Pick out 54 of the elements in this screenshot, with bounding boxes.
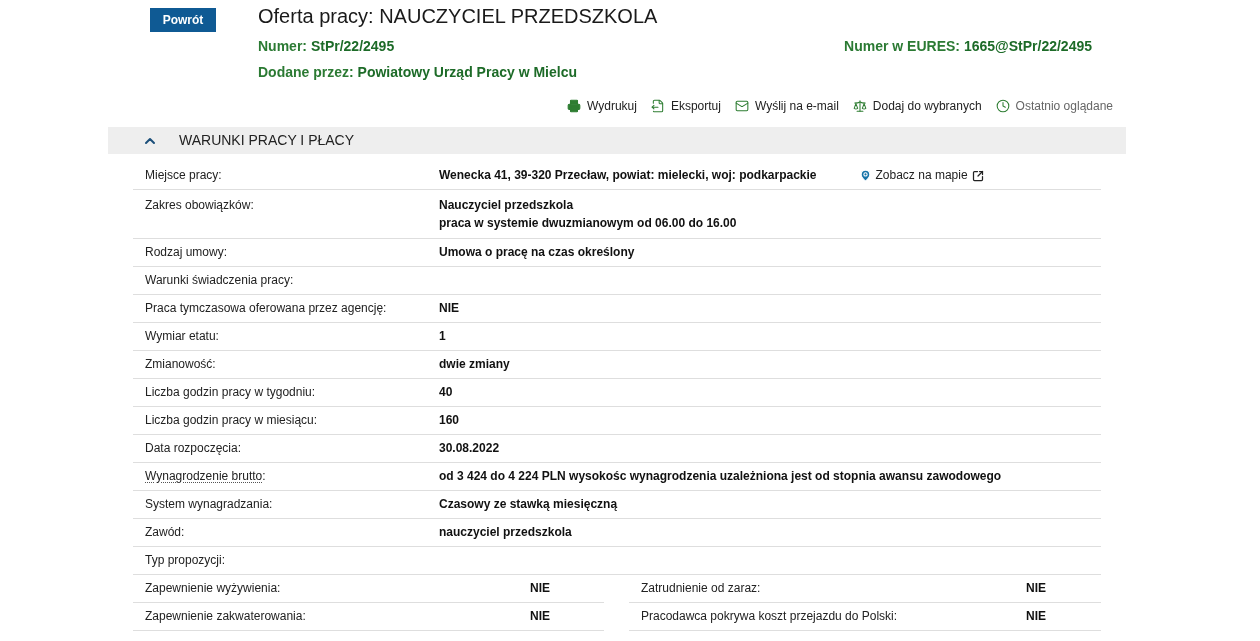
field-value: 1 — [439, 328, 446, 345]
document-arrow-icon — [650, 99, 665, 113]
field-label: Rodzaj umowy: — [145, 245, 228, 259]
add-to-favorites-link[interactable]: Dodaj do wybranych — [852, 97, 982, 115]
field-label: Pracodawca pokrywa koszt przejazdu do Polski: — [640, 608, 898, 625]
field-value: od 3 424 do 4 224 PLN wysokośc wynagrodzenia uzależniona jest od stopnia awansu zawodowego — [439, 468, 1002, 485]
field-label: Zapewnienie zakwaterowania: — [144, 608, 306, 625]
field-label: Zawód: — [145, 525, 185, 539]
added-by-text: Dodane przez: Powiatowy Urząd Pracy w Mielcu — [258, 64, 577, 80]
field-value: NIE — [530, 580, 550, 597]
field-label: Wynagrodzenie brutto: — [145, 469, 266, 483]
field-label: Zakres obowiązków: — [145, 198, 254, 212]
field-label: Warunki świadczenia pracy: — [145, 273, 294, 287]
offer-number: Numer: StPr/22/2495 — [258, 37, 395, 56]
export-link[interactable]: Eksportuj — [650, 97, 721, 115]
field-value: Umowa o pracę na czas określony — [439, 244, 635, 261]
field-label: Liczba godzin pracy w tygodniu: — [145, 385, 316, 399]
field-label: Praca tymczasowa oferowana przez agencję: — [145, 301, 387, 315]
printer-icon — [567, 99, 581, 113]
field-value: NIE — [439, 300, 459, 317]
recently-viewed-link[interactable]: Ostatnio oglądane — [995, 97, 1113, 115]
field-value: Czasowy ze stawką miesięczną — [439, 496, 618, 513]
field-label: System wynagradzania: — [145, 497, 273, 511]
email-link[interactable]: Wyślij na e-mail — [734, 97, 839, 115]
field-label: Liczba godzin pracy w miesiącu: — [145, 413, 318, 427]
field-value: nauczyciel przedszkola — [439, 524, 572, 541]
field-value: Wenecka 41, 39-320 Przecław, powiat: mielecki, woj: podkarpackie — [439, 167, 817, 184]
field-value: NIE — [1026, 580, 1046, 597]
back-button[interactable]: Powrót — [150, 8, 216, 32]
clock-icon — [995, 99, 1010, 113]
scales-icon — [852, 99, 867, 113]
field-label: Zapewnienie wyżywienia: — [144, 580, 281, 597]
field-label: Wymiar etatu: — [145, 329, 219, 343]
field-value: 40 — [439, 384, 453, 401]
eures-number: Numer w EURES: 1665@StPr/22/2495 — [844, 37, 1092, 56]
print-link[interactable]: Wydrukuj — [567, 97, 637, 115]
field-value: Nauczyciel przedszkola — [439, 197, 574, 214]
field-label: Typ propozycji: — [145, 553, 226, 567]
page-title: Oferta pracy: NAUCZYCIEL PRZEDSZKOLA — [258, 4, 659, 28]
external-link-icon — [971, 169, 984, 182]
field-label: Data rozpoczęcia: — [145, 441, 242, 455]
field-value: NIE — [1026, 608, 1046, 625]
section-toggle[interactable]: WARUNKI PRACY I PŁACY — [108, 127, 1126, 154]
field-label: Zatrudnienie od zaraz: — [640, 580, 761, 597]
field-value: NIE — [530, 608, 550, 625]
field-label: Miejsce pracy: — [145, 168, 222, 182]
map-pin-icon — [858, 169, 872, 182]
field-label: Zmianowość: — [145, 357, 216, 371]
field-value: 30.08.2022 — [439, 440, 500, 457]
field-value: dwie zmiany — [439, 356, 510, 373]
field-value: 160 — [439, 412, 460, 429]
envelope-icon — [734, 99, 749, 113]
map-link[interactable]: Zobacz na mapie — [858, 167, 984, 184]
field-value: praca w systemie dwuzmianowym od 06.00 do 16.00 — [439, 215, 737, 232]
